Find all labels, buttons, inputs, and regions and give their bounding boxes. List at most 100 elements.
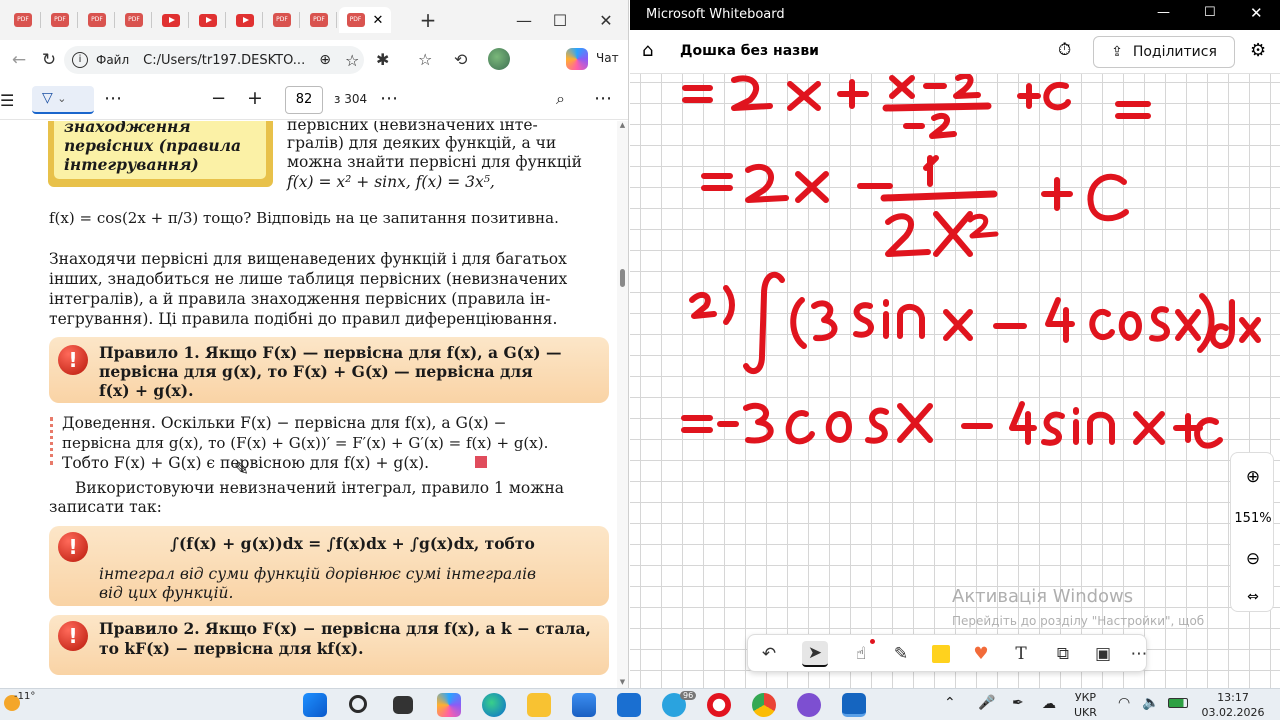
- activation-title: Активація Windows: [952, 586, 1134, 607]
- contents-icon[interactable]: ☰: [0, 91, 14, 110]
- timer-icon[interactable]: ⏱: [1058, 40, 1071, 60]
- whiteboard-icon[interactable]: [842, 693, 866, 717]
- minimize-button[interactable]: —: [1157, 5, 1170, 20]
- formula-line: f(x) = cos(2x + π/3) тощо? Відповідь на …: [49, 209, 559, 227]
- opera-icon[interactable]: [707, 693, 731, 717]
- share-button[interactable]: ⇪ Поділитися: [1093, 36, 1235, 68]
- scrollbar-thumb[interactable]: [620, 269, 625, 287]
- close-window-button[interactable]: ✕: [1250, 4, 1263, 22]
- fit-to-screen-icon[interactable]: ⇔: [1231, 589, 1275, 605]
- tab-divider: [299, 12, 300, 28]
- box-heading-line: первісних (правила: [64, 136, 242, 155]
- history-icon[interactable]: ⟲: [454, 50, 467, 69]
- volume-icon[interactable]: 🔈: [1142, 695, 1159, 711]
- more-icon[interactable]: ⋯: [380, 88, 398, 109]
- exclamation-icon: !: [58, 621, 88, 651]
- pen-icon[interactable]: ✒: [1012, 695, 1024, 711]
- favorites-icon[interactable]: ☆: [418, 50, 432, 69]
- maximize-button[interactable]: ☐: [546, 8, 574, 32]
- zoom-out-button[interactable]: −: [211, 88, 226, 109]
- touch-tool-icon[interactable]: ☝: [848, 641, 874, 667]
- url-text[interactable]: C:/Users/tr197.DESKTO...: [143, 53, 305, 68]
- address-bar[interactable]: i Файл C:/Users/tr197.DESKTO... ⊕ ☆: [64, 46, 364, 74]
- language-indicator[interactable]: УКР UKR: [1074, 690, 1097, 720]
- zoom-icon[interactable]: ⊕: [319, 52, 331, 68]
- search-icon[interactable]: ⌕: [556, 89, 565, 109]
- close-icon[interactable]: ✕: [373, 13, 384, 28]
- close-window-button[interactable]: ✕: [592, 8, 620, 32]
- viber-icon[interactable]: [797, 693, 821, 717]
- tab-youtube[interactable]: [228, 7, 262, 33]
- scroll-down-icon[interactable]: ▼: [617, 678, 628, 686]
- start-icon[interactable]: [303, 693, 327, 717]
- wifi-icon[interactable]: ◠: [1118, 695, 1130, 711]
- tab-pdf[interactable]: PDF: [6, 7, 40, 33]
- search-icon[interactable]: [349, 695, 367, 713]
- copilot-icon[interactable]: [566, 48, 588, 70]
- select-tool-icon[interactable]: ➤: [802, 641, 828, 667]
- tab-pdf[interactable]: PDF: [43, 7, 77, 33]
- show-hidden-icons[interactable]: ⌃: [944, 695, 956, 711]
- reaction-heart-icon[interactable]: ♥: [968, 641, 994, 667]
- tab-pdf-active[interactable]: PDF ✕: [339, 7, 391, 33]
- info-icon[interactable]: i: [72, 52, 88, 68]
- scroll-up-icon[interactable]: ▲: [617, 121, 628, 129]
- avatar[interactable]: [488, 48, 510, 70]
- chrome-icon[interactable]: [752, 693, 776, 717]
- star-icon[interactable]: ☆: [345, 51, 359, 70]
- board-name[interactable]: Дошка без назви: [680, 43, 819, 59]
- battery-icon[interactable]: [1168, 698, 1188, 708]
- cloud-icon[interactable]: ☁: [1042, 696, 1056, 712]
- tab-divider: [262, 12, 263, 28]
- text-tool-icon[interactable]: T: [1008, 641, 1034, 667]
- refresh-icon[interactable]: ↻: [34, 45, 64, 75]
- tab-pdf[interactable]: PDF: [265, 7, 299, 33]
- tab-strip: PDF PDF PDF PDF PDF PDF PDF ✕ + — ☐ ✕: [0, 0, 628, 40]
- more-options-icon[interactable]: ⋯: [594, 88, 612, 109]
- extensions-icon[interactable]: ✱: [376, 50, 389, 69]
- templates-icon[interactable]: ▣: [1090, 641, 1116, 667]
- tab-pdf[interactable]: PDF: [117, 7, 151, 33]
- minimize-button[interactable]: —: [510, 8, 538, 32]
- badge-count: 96: [680, 691, 697, 700]
- draw-icon[interactable]: ▽ ⌄: [32, 86, 94, 114]
- sticky-note-icon[interactable]: [928, 641, 954, 667]
- weather-temp[interactable]: -11°: [14, 691, 35, 702]
- page-number-input[interactable]: 82: [285, 86, 323, 114]
- maximize-button[interactable]: ☐: [1204, 5, 1216, 20]
- home-icon[interactable]: ⌂: [642, 40, 653, 61]
- settings-gear-icon[interactable]: ⚙: [1250, 40, 1266, 61]
- share-icon: ⇪: [1111, 44, 1123, 60]
- tab-pdf[interactable]: PDF: [302, 7, 336, 33]
- more-options-icon[interactable]: ⋯: [104, 88, 122, 109]
- section-heading-box: знаходження первісних (правила інтегрува…: [48, 121, 273, 187]
- scrollbar[interactable]: ▲ ▼: [617, 121, 628, 688]
- copilot-icon[interactable]: [437, 693, 461, 717]
- microphone-icon[interactable]: 🎤: [978, 695, 995, 711]
- browser-window: PDF PDF PDF PDF PDF PDF PDF ✕ + — ☐ ✕ ← ↻…: [0, 0, 629, 688]
- store-icon[interactable]: [572, 693, 596, 717]
- task-view-icon[interactable]: [393, 696, 413, 714]
- edge-icon[interactable]: [482, 693, 506, 717]
- youtube-icon: [199, 13, 217, 27]
- remote-desktop-icon[interactable]: [617, 693, 641, 717]
- zoom-in-button[interactable]: +: [247, 87, 263, 109]
- chevron-down-icon[interactable]: ⌄: [808, 40, 820, 56]
- copilot-label[interactable]: Чат: [596, 51, 619, 65]
- back-arrow-icon[interactable]: ←: [4, 45, 34, 75]
- zoom-in-icon[interactable]: ⊕: [1231, 467, 1275, 487]
- paragraph-line: Знаходячи первісні для вищенаведених фун…: [49, 250, 567, 268]
- new-tab-button[interactable]: +: [414, 8, 442, 32]
- end-of-proof-mark: [475, 456, 487, 468]
- tab-pdf[interactable]: PDF: [80, 7, 114, 33]
- shapes-icon[interactable]: ⧉: [1050, 641, 1076, 667]
- pen-tool-icon[interactable]: ✎: [888, 641, 914, 667]
- undo-icon[interactable]: ↶: [756, 641, 782, 667]
- tab-divider: [225, 12, 226, 28]
- more-options-icon[interactable]: ⋯: [1126, 641, 1152, 667]
- tab-youtube[interactable]: [154, 7, 188, 33]
- clock[interactable]: 13:17 03.02.2026: [1200, 690, 1266, 720]
- tab-youtube[interactable]: [191, 7, 225, 33]
- zoom-out-icon[interactable]: ⊖: [1231, 549, 1275, 569]
- file-explorer-icon[interactable]: [527, 693, 551, 717]
